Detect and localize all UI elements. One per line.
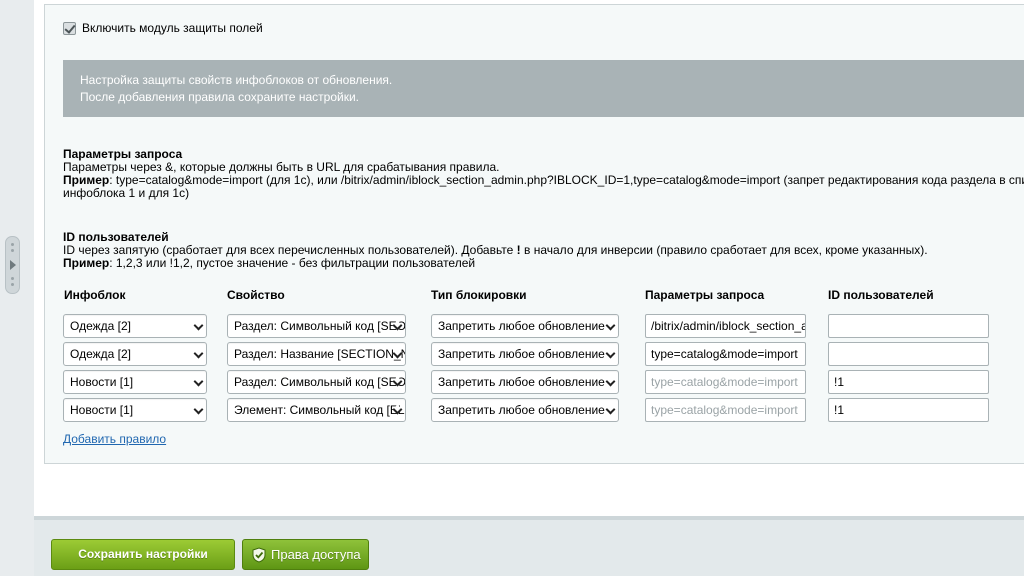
- grip-dot: [11, 283, 14, 286]
- iblock-select[interactable]: Одежда [2]: [63, 314, 207, 338]
- grip-dot: [11, 243, 14, 246]
- user-ids-desc-pre: ID через запятую (сработает для всех пер…: [63, 243, 517, 257]
- iblock-select-value: Новости [1]: [70, 375, 134, 389]
- iblock-select[interactable]: Одежда [2]: [63, 342, 207, 366]
- params-input[interactable]: /bitrix/admin/iblock_section_a: [645, 314, 806, 338]
- example-label: Пример: [63, 256, 110, 270]
- chevron-down-icon: [605, 348, 616, 359]
- request-params-example: Пример: type=catalog&mode=import (для 1с…: [63, 174, 1024, 187]
- property-select-value: Раздел: Символьный код [SEO: [234, 375, 406, 389]
- lock-type-select-value: Запретить любое обновление: [438, 403, 605, 417]
- example-text: : type=catalog&mode=import (для 1с), или…: [109, 173, 1024, 187]
- column-header-property: Свойство: [227, 288, 285, 302]
- request-params-example-cont: инфоблока 1 и для 1с): [63, 186, 190, 200]
- property-select-value: Раздел: Символьный код [SEO: [234, 319, 406, 333]
- iblock-select[interactable]: Новости [1]: [63, 398, 207, 422]
- info-note-line: После добавления правила сохраните настр…: [80, 90, 359, 104]
- settings-panel: Включить модуль защиты полей Настройка з…: [34, 0, 1024, 516]
- user-ids-example: Пример: 1,2,3 или !1,2, пустое значение …: [63, 257, 928, 270]
- grip-dot: [11, 277, 14, 280]
- property-select[interactable]: Раздел: Символьный код [SEO: [227, 314, 406, 338]
- left-rail: [0, 0, 34, 576]
- params-input[interactable]: type=catalog&mode=import: [645, 398, 806, 422]
- property-select[interactable]: Раздел: Название [SECTION_N: [227, 342, 406, 366]
- user-ids-help: ID пользователей ID через запятую (срабо…: [63, 231, 928, 270]
- chevron-down-icon: [605, 404, 616, 415]
- chevron-down-icon: [605, 376, 616, 387]
- chevron-right-icon: [9, 260, 16, 270]
- chevron-down-icon: [193, 348, 204, 359]
- chevron-down-icon: [193, 404, 204, 415]
- chevron-down-icon: [605, 320, 616, 331]
- column-header-iblock: Инфоблок: [64, 288, 126, 302]
- lock-type-select-value: Запретить любое обновление: [438, 319, 605, 333]
- lock-type-select-value: Запретить любое обновление: [438, 347, 605, 361]
- lock-type-select[interactable]: Запретить любое обновление: [431, 398, 619, 422]
- iblock-select-value: Одежда [2]: [70, 347, 131, 361]
- user-ids-desc-post: в начало для инверсии (правило сработает…: [520, 243, 928, 257]
- module-toggle-label: Включить модуль защиты полей: [82, 21, 263, 35]
- lock-type-select[interactable]: Запретить любое обновление: [431, 314, 619, 338]
- users-input[interactable]: [828, 314, 989, 338]
- users-input[interactable]: !1: [828, 370, 989, 394]
- column-header-users: ID пользователей: [828, 288, 934, 302]
- add-rule-link[interactable]: Добавить правило: [63, 432, 166, 446]
- lock-type-select[interactable]: Запретить любое обновление: [431, 370, 619, 394]
- property-select-value: Элемент: Символьный код [EL: [234, 403, 405, 417]
- module-checkbox[interactable]: [63, 21, 76, 35]
- params-input[interactable]: type=catalog&mode=import: [645, 342, 806, 366]
- chevron-down-icon: [193, 376, 204, 387]
- column-header-lock-type: Тип блокировки: [431, 288, 527, 302]
- iblock-select-value: Одежда [2]: [70, 319, 131, 333]
- property-select-value: Раздел: Название [SECTION_N: [234, 347, 406, 361]
- lock-type-select-value: Запретить любое обновление: [438, 375, 605, 389]
- params-input[interactable]: type=catalog&mode=import: [645, 370, 806, 394]
- grip-dot: [11, 249, 14, 252]
- property-select[interactable]: Раздел: Символьный код [SEO: [227, 370, 406, 394]
- example-label: Пример: [63, 173, 110, 187]
- field-protection-form: Включить модуль защиты полей Настройка з…: [44, 4, 1024, 464]
- chevron-down-icon: [193, 320, 204, 331]
- property-select[interactable]: Элемент: Символьный код [EL: [227, 398, 406, 422]
- access-rights-button[interactable]: Права доступа: [242, 539, 369, 570]
- info-note: Настройка защиты свойств инфоблоков от о…: [63, 60, 1024, 117]
- request-params-help: Параметры запроса Параметры через &, кот…: [63, 148, 1024, 200]
- users-input[interactable]: [828, 342, 989, 366]
- iblock-select-value: Новости [1]: [70, 403, 134, 417]
- footer-toolbar: Сохранить настройки Права доступа: [34, 516, 1024, 576]
- sidebar-collapse-handle[interactable]: [5, 236, 20, 294]
- info-note-line: Настройка защиты свойств инфоблоков от о…: [80, 73, 393, 87]
- shield-check-icon: [252, 547, 266, 563]
- module-toggle[interactable]: Включить модуль защиты полей: [63, 21, 263, 35]
- access-rights-label: Права доступа: [271, 547, 361, 562]
- iblock-select[interactable]: Новости [1]: [63, 370, 207, 394]
- users-input[interactable]: !1: [828, 398, 989, 422]
- lock-type-select[interactable]: Запретить любое обновление: [431, 342, 619, 366]
- save-settings-button[interactable]: Сохранить настройки: [51, 539, 235, 570]
- example-text: : 1,2,3 или !1,2, пустое значение - без …: [109, 256, 476, 270]
- column-header-params: Параметры запроса: [645, 288, 765, 302]
